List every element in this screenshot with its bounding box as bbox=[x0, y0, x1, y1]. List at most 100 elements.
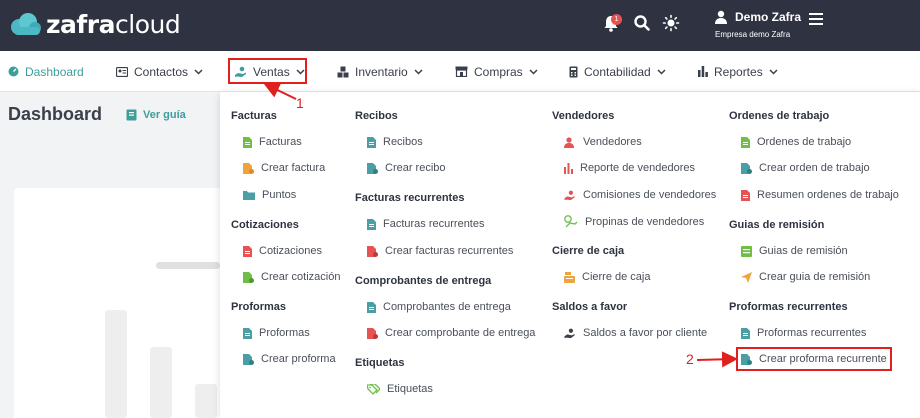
section-ordenes-trabajo: Ordenes de trabajo bbox=[729, 110, 830, 122]
top-bar: zafracloud 1 Demo Zafra Empresa demo Zaf… bbox=[0, 0, 920, 51]
page-title: Dashboard bbox=[8, 104, 103, 124]
chevron-down-icon bbox=[414, 68, 423, 75]
menu-reporte-vendedores-label: Reporte de vendedores bbox=[580, 162, 695, 174]
menu-propinas-label: Propinas de vendedores bbox=[585, 215, 705, 228]
nav-contactos[interactable]: Contactos bbox=[116, 51, 203, 92]
nav-inventario[interactable]: Inventario bbox=[337, 51, 423, 92]
nav-dashboard-label: Dashboard bbox=[25, 64, 84, 79]
section-proformas-recurrentes: Proformas recurrentes bbox=[729, 301, 848, 313]
search-icon[interactable] bbox=[633, 14, 651, 32]
dashboard-icon bbox=[8, 66, 19, 77]
section-vendedores: Vendedores bbox=[552, 110, 615, 122]
menu-resumen-ordenes[interactable]: Resumen ordenes de trabajo bbox=[741, 189, 899, 201]
menu-reporte-vendedores[interactable]: Reporte de vendedores bbox=[564, 162, 695, 174]
menu-vendedores[interactable]: Vendedores bbox=[564, 136, 642, 148]
menu-crear-comprobante[interactable]: Crear comprobante de entrega bbox=[367, 327, 535, 339]
nav-compras-label: Compras bbox=[474, 64, 523, 79]
bar-chart-icon bbox=[698, 66, 708, 77]
section-proformas: Proformas bbox=[231, 301, 287, 313]
chevron-down-icon bbox=[657, 68, 666, 75]
nav-compras[interactable]: Compras bbox=[455, 51, 538, 92]
menu-proformas-recurrentes[interactable]: Proformas recurrentes bbox=[741, 327, 866, 339]
section-facturas: Facturas bbox=[231, 110, 277, 122]
ver-guia-link[interactable]: Ver guía bbox=[126, 109, 186, 121]
register-icon bbox=[741, 245, 752, 257]
brand-logo[interactable]: zafracloud bbox=[8, 10, 181, 39]
section-cotizaciones: Cotizaciones bbox=[231, 219, 299, 231]
target-highlight-box bbox=[736, 347, 892, 371]
document-icon bbox=[741, 136, 750, 148]
menu-proformas-recurrentes-label: Proformas recurrentes bbox=[757, 327, 867, 339]
menu-crear-cotizacion-label: Crear cotización bbox=[261, 271, 341, 283]
brand-name-light: cloud bbox=[115, 10, 181, 39]
menu-crear-facturas-recurrentes-label: Crear facturas recurrentes bbox=[385, 245, 514, 257]
sun-icon[interactable] bbox=[662, 14, 680, 32]
menu-crear-guia[interactable]: Crear guia de remisión bbox=[741, 271, 870, 283]
user-icon bbox=[564, 136, 574, 148]
menu-facturas-recurrentes[interactable]: Facturas recurrentes bbox=[367, 218, 484, 230]
document-icon bbox=[367, 301, 376, 313]
paper-plane-icon bbox=[741, 271, 752, 283]
add-document-icon bbox=[243, 271, 254, 283]
menu-propinas[interactable]: Propinas de vendedores bbox=[564, 215, 704, 228]
menu-guias-remision-label: Guias de remisión bbox=[759, 245, 848, 257]
hand-coin-icon bbox=[564, 328, 575, 338]
menu-recibos[interactable]: Recibos bbox=[367, 136, 423, 148]
step-1-label: 1 bbox=[296, 95, 304, 111]
cloud-icon bbox=[11, 12, 41, 35]
step-2-label: 2 bbox=[686, 351, 694, 367]
section-etiquetas: Etiquetas bbox=[355, 357, 405, 369]
chevron-down-icon bbox=[529, 68, 538, 75]
menu-crear-guia-label: Crear guia de remisión bbox=[759, 271, 871, 283]
menu-etiquetas[interactable]: Etiquetas bbox=[367, 383, 433, 395]
menu-cierre-caja[interactable]: Cierre de caja bbox=[564, 271, 650, 283]
menu-crear-orden[interactable]: Crear orden de trabajo bbox=[741, 162, 870, 174]
bar-chart-icon bbox=[564, 162, 573, 174]
notification-badge: 1 bbox=[611, 14, 622, 25]
menu-crear-proforma[interactable]: Crear proforma bbox=[243, 353, 336, 365]
nav-dashboard[interactable]: Dashboard bbox=[8, 51, 84, 92]
menu-proformas-label: Proformas bbox=[259, 327, 310, 339]
chevron-down-icon bbox=[769, 68, 778, 75]
add-document-icon bbox=[243, 353, 254, 365]
nav-contabilidad[interactable]: Contabilidad bbox=[569, 51, 666, 92]
section-guias-remision: Guias de remisión bbox=[729, 219, 825, 231]
section-comprobantes: Comprobantes de entrega bbox=[355, 275, 492, 287]
menu-guias-remision[interactable]: Guias de remisión bbox=[741, 245, 848, 257]
hamburger-menu-icon[interactable] bbox=[809, 13, 823, 25]
add-document-icon bbox=[243, 162, 254, 174]
document-icon bbox=[243, 245, 252, 257]
menu-etiquetas-label: Etiquetas bbox=[387, 383, 433, 395]
menu-resumen-ordenes-label: Resumen ordenes de trabajo bbox=[757, 189, 899, 201]
user-icon bbox=[715, 10, 727, 24]
menu-puntos-label: Puntos bbox=[262, 189, 297, 201]
add-document-icon bbox=[367, 162, 378, 174]
tip-icon bbox=[564, 215, 578, 228]
menu-crear-facturas-recurrentes[interactable]: Crear facturas recurrentes bbox=[367, 245, 513, 257]
menu-saldos-favor[interactable]: Saldos a favor por cliente bbox=[564, 327, 707, 339]
menu-comprobantes-label: Comprobantes de entrega bbox=[383, 301, 511, 313]
menu-crear-factura[interactable]: Crear factura bbox=[243, 162, 325, 174]
menu-cotizaciones-label: Cotizaciones bbox=[259, 245, 322, 257]
menu-crear-recibo[interactable]: Crear recibo bbox=[367, 162, 446, 174]
menu-crear-comprobante-label: Crear comprobante de entrega bbox=[385, 327, 536, 339]
main-nav: Dashboard Contactos Ventas Inventario Co… bbox=[0, 51, 920, 92]
menu-facturas[interactable]: Facturas bbox=[243, 136, 302, 148]
menu-saldos-favor-label: Saldos a favor por cliente bbox=[583, 327, 708, 339]
menu-comisiones[interactable]: Comisiones de vendedores bbox=[564, 189, 716, 201]
menu-crear-cotizacion[interactable]: Crear cotización bbox=[243, 271, 340, 283]
book-icon bbox=[126, 109, 137, 121]
calculator-icon bbox=[569, 66, 578, 77]
menu-ordenes-trabajo[interactable]: Ordenes de trabajo bbox=[741, 136, 851, 148]
menu-cotizaciones[interactable]: Cotizaciones bbox=[243, 245, 322, 257]
store-icon bbox=[455, 66, 468, 77]
nav-contabilidad-label: Contabilidad bbox=[584, 64, 651, 79]
chevron-down-icon bbox=[194, 68, 203, 75]
menu-comprobantes[interactable]: Comprobantes de entrega bbox=[367, 301, 511, 313]
nav-reportes[interactable]: Reportes bbox=[698, 51, 778, 92]
menu-proformas[interactable]: Proformas bbox=[243, 327, 310, 339]
section-recibos: Recibos bbox=[355, 110, 398, 122]
company-name: Empresa demo Zafra bbox=[715, 30, 791, 39]
menu-recibos-label: Recibos bbox=[383, 136, 423, 148]
menu-puntos[interactable]: Puntos bbox=[243, 189, 296, 201]
